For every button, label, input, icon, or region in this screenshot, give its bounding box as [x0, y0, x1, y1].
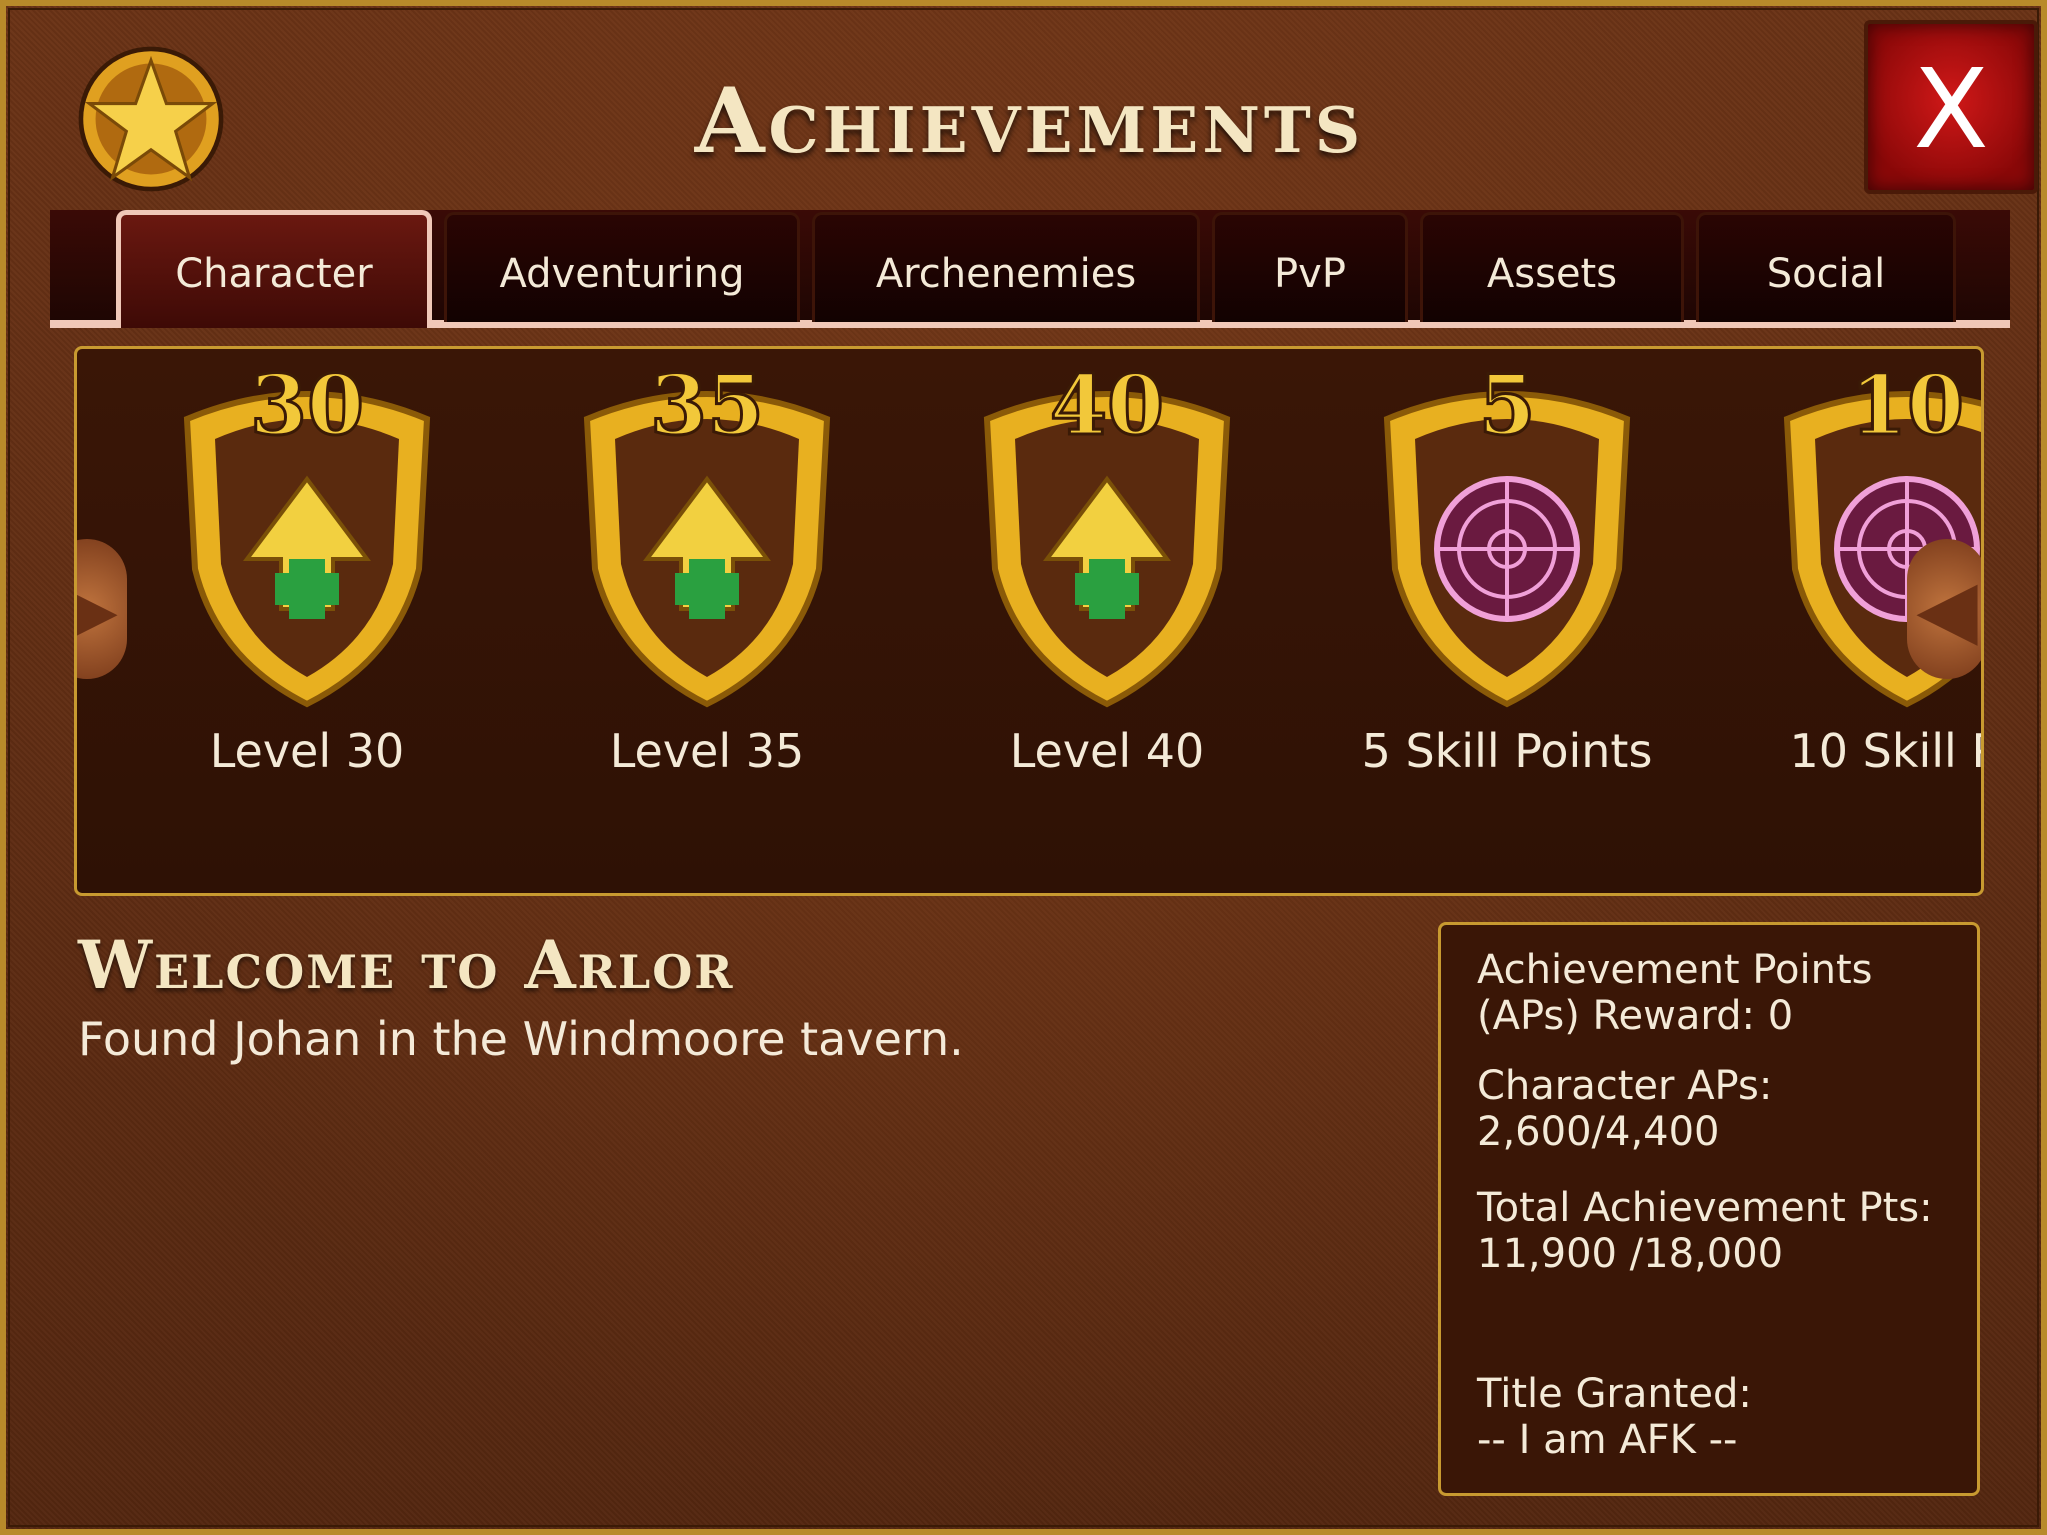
badge-number: 5: [1478, 359, 1535, 454]
achievement-item[interactable]: 5 5 Skill Points: [1307, 349, 1707, 893]
character-aps-label: Character APs:: [1477, 1063, 1773, 1109]
achievements-window: Achievements X Character Adventuring Arc…: [0, 0, 2047, 1535]
badge-number: 10: [1850, 359, 1964, 454]
achievement-item[interactable]: 35 Level 35: [507, 349, 907, 893]
tab-social[interactable]: Social: [1696, 212, 1956, 322]
window-title: Achievements: [694, 68, 1365, 174]
selected-achievement-description: Found Johan in the Windmoore tavern.: [78, 1012, 964, 1066]
total-aps-value: 11,900 /18,000: [1477, 1231, 1784, 1277]
tab-character[interactable]: Character: [116, 210, 432, 328]
badge-number: 30: [250, 359, 364, 454]
close-button[interactable]: X: [1864, 20, 2038, 194]
achievement-label: 10 Skill Pc: [1789, 724, 1982, 778]
close-icon: X: [1913, 45, 1989, 173]
achievement-label: Level 35: [609, 724, 805, 778]
badge-number: 35: [650, 359, 764, 454]
selected-achievement-title: Welcome to Arlor: [78, 926, 735, 1004]
arrow-left-icon: ◀: [1916, 562, 1978, 655]
tab-pvp[interactable]: PvP: [1212, 212, 1408, 322]
tab-assets[interactable]: Assets: [1420, 212, 1684, 322]
level-up-arrow-icon: 40: [983, 359, 1231, 708]
badge-number: 40: [1050, 359, 1164, 454]
reward-label: Achievement Points: [1477, 947, 1873, 993]
arrow-right-icon: ▶: [77, 559, 127, 659]
tab-adventuring[interactable]: Adventuring: [444, 212, 800, 322]
reward-value: (APs) Reward: 0: [1477, 993, 1794, 1039]
total-aps-label: Total Achievement Pts:: [1477, 1185, 1933, 1231]
carousel-prev-button[interactable]: ▶: [77, 539, 127, 679]
level-up-arrow-icon: 30: [183, 359, 431, 708]
tab-archenemies[interactable]: Archenemies: [812, 212, 1200, 322]
skill-rune-icon: 5: [1383, 359, 1631, 708]
achievement-item[interactable]: 40 Level 40: [907, 349, 1307, 893]
level-up-arrow-icon: 35: [583, 359, 831, 708]
achievement-label: Level 40: [1009, 724, 1205, 778]
achievement-label: Level 30: [209, 724, 405, 778]
title-granted-label: Title Granted:: [1477, 1371, 1752, 1417]
carousel-next-button[interactable]: ◀: [1907, 539, 1981, 679]
achievement-carousel: 30 Level 30 35 Level 35 40 Level 40 5 5 …: [74, 346, 1984, 896]
achievement-label: 5 Skill Points: [1361, 724, 1653, 778]
title-granted-value: -- I am AFK --: [1477, 1417, 1738, 1463]
achievement-item[interactable]: 30 Level 30: [107, 349, 507, 893]
character-aps-value: 2,600/4,400: [1477, 1109, 1720, 1155]
achievement-info-panel: Achievement Points (APs) Reward: 0 Chara…: [1438, 922, 1980, 1496]
